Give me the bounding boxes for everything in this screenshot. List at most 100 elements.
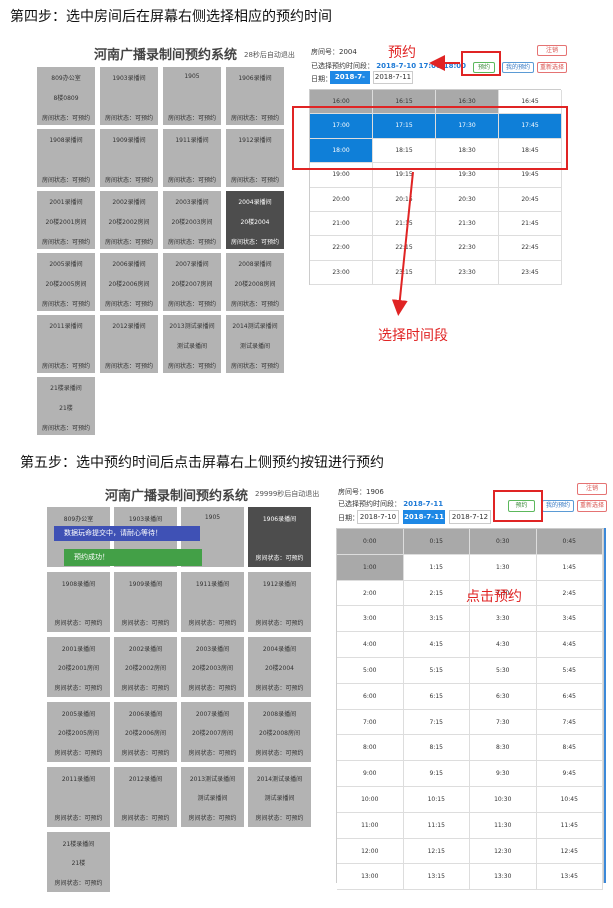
- room-card[interactable]: 2005录播间 20楼2005房间 房间状态：可预约: [47, 702, 110, 762]
- room-status: 房间状态：可预约: [121, 685, 170, 692]
- room-card[interactable]: 2013测试录播间 测试录播间 房间状态：可预约: [181, 767, 244, 827]
- time-slot[interactable]: 9:15: [403, 761, 470, 787]
- room-card[interactable]: 2011录播间 房间状态：可预约: [47, 767, 110, 827]
- time-slot[interactable]: 12:30: [470, 838, 537, 865]
- time-slot[interactable]: 2:00: [337, 580, 404, 607]
- time-slot[interactable]: 13:15: [403, 864, 470, 891]
- step5-reselect-button[interactable]: 重新选择: [577, 500, 607, 512]
- step5-date-label: 日期：: [338, 514, 359, 522]
- room-status: 房间状态：可预约: [255, 815, 304, 822]
- room-card[interactable]: 1912录播间 房间状态：可预约: [248, 572, 311, 632]
- time-slot[interactable]: 11:15: [403, 812, 470, 839]
- room-card[interactable]: 2014测试录播间 测试录播间 房间状态：可预约: [248, 767, 311, 827]
- room-location: 20楼2007房间: [192, 730, 233, 737]
- time-slot[interactable]: 3:15: [403, 606, 470, 633]
- time-slot[interactable]: 1:45: [536, 554, 603, 581]
- time-slot[interactable]: 12:45: [536, 838, 603, 865]
- time-slot[interactable]: 0:30: [470, 529, 537, 555]
- room-card[interactable]: 2004录播间 20楼2004 房间状态：可预约: [248, 637, 311, 697]
- time-slot[interactable]: 5:00: [337, 658, 404, 684]
- room-name: 1911录播间: [195, 581, 230, 588]
- time-slot[interactable]: 11:45: [536, 812, 603, 839]
- time-slot[interactable]: 8:00: [337, 735, 404, 762]
- time-slot[interactable]: 0:00: [337, 529, 404, 555]
- time-slot[interactable]: 5:30: [470, 658, 537, 684]
- step5-date-2018-7-10[interactable]: 2018-7-10: [357, 510, 399, 524]
- room-card[interactable]: 1909录播间 房间状态：可预约: [114, 572, 177, 632]
- time-slot[interactable]: 6:15: [403, 683, 470, 710]
- step5-date-2018-7-12[interactable]: 2018-7-12: [449, 510, 491, 524]
- time-slot[interactable]: 10:30: [470, 787, 537, 813]
- time-slot[interactable]: 1:15: [403, 554, 470, 581]
- step5-selected-value: 2018-7-11: [403, 500, 444, 508]
- room-card[interactable]: 1906录播间 房间状态：可预约: [248, 507, 311, 567]
- time-slot[interactable]: 10:00: [337, 787, 404, 813]
- time-slot[interactable]: 10:45: [536, 787, 603, 813]
- time-slot[interactable]: 2:15: [403, 580, 470, 607]
- step5-room-number: 房间号：1906: [338, 488, 384, 496]
- time-slot[interactable]: 4:15: [403, 632, 470, 658]
- room-name: 2008录播间: [262, 711, 297, 718]
- time-slot[interactable]: 4:00: [337, 632, 404, 658]
- time-slot[interactable]: 11:00: [337, 812, 404, 839]
- room-card[interactable]: 2001录播间 20楼2001房间 房间状态：可预约: [47, 637, 110, 697]
- time-slot[interactable]: 1:00: [337, 554, 404, 581]
- room-location: 20楼2002房间: [125, 665, 166, 672]
- room-card[interactable]: 2008录播间 20楼2008房间 房间状态：可预约: [248, 702, 311, 762]
- time-slot[interactable]: 8:30: [470, 735, 537, 762]
- room-status: 房间状态：可预约: [188, 620, 237, 627]
- room-card[interactable]: 2002录播间 20楼2002房间 房间状态：可预约: [114, 637, 177, 697]
- room-card[interactable]: 1908录播间 房间状态：可预约: [47, 572, 110, 632]
- time-slot[interactable]: 4:45: [536, 632, 603, 658]
- room-card[interactable]: 21楼录播间 21楼 房间状态：可预约: [47, 832, 110, 892]
- room-status: 房间状态：可预约: [54, 620, 103, 627]
- time-slot[interactable]: 12:00: [337, 838, 404, 865]
- step5-toast-submitting: 数据玩命提交中，请耐心等待！: [54, 526, 200, 541]
- time-slot[interactable]: 9:45: [536, 761, 603, 787]
- time-slot[interactable]: 13:30: [470, 864, 537, 891]
- time-slot[interactable]: 8:15: [403, 735, 470, 762]
- time-slot[interactable]: 2:45: [536, 580, 603, 607]
- step5-scrollbar[interactable]: [604, 528, 606, 883]
- room-card[interactable]: 2012录播间 房间状态：可预约: [114, 767, 177, 827]
- time-slot[interactable]: 6:00: [337, 683, 404, 710]
- time-slot[interactable]: 13:45: [536, 864, 603, 891]
- room-location: 20楼2003房间: [192, 665, 233, 672]
- time-slot[interactable]: 5:15: [403, 658, 470, 684]
- time-slot[interactable]: 0:45: [536, 529, 603, 555]
- room-location: 20楼2006房间: [125, 730, 166, 737]
- room-card[interactable]: 2007录播间 20楼2007房间 房间状态：可预约: [181, 702, 244, 762]
- step5-logout-button[interactable]: 注销: [577, 483, 607, 495]
- room-card[interactable]: 2003录播间 20楼2003房间 房间状态：可预约: [181, 637, 244, 697]
- time-slot[interactable]: 6:30: [470, 683, 537, 710]
- time-slot[interactable]: 3:30: [470, 606, 537, 633]
- time-slot[interactable]: 7:00: [337, 709, 404, 736]
- time-slot[interactable]: 5:45: [536, 658, 603, 684]
- time-slot[interactable]: 11:30: [470, 812, 537, 839]
- time-slot[interactable]: 9:00: [337, 761, 404, 787]
- room-card[interactable]: 1911录播间 房间状态：可预约: [181, 572, 244, 632]
- time-slot[interactable]: 7:15: [403, 709, 470, 736]
- room-status: 房间状态：可预约: [54, 750, 103, 757]
- time-slot[interactable]: 3:00: [337, 606, 404, 633]
- time-slot[interactable]: 10:15: [403, 787, 470, 813]
- time-slot[interactable]: 7:45: [536, 709, 603, 736]
- time-slot[interactable]: 1:30: [470, 554, 537, 581]
- time-slot[interactable]: 0:15: [403, 529, 470, 555]
- room-card[interactable]: 2006录播间 20楼2006房间 房间状态：可预约: [114, 702, 177, 762]
- time-slot[interactable]: 4:30: [470, 632, 537, 658]
- step5-selected-period: 已选择预约时间段： 2018-7-11: [338, 499, 443, 509]
- step5-my-bookings-button[interactable]: 我的预约: [542, 500, 574, 512]
- step5-date-2018-7-11[interactable]: 2018-7-11: [403, 510, 445, 524]
- room-name: 21楼录播间: [62, 841, 95, 848]
- time-slot[interactable]: 3:45: [536, 606, 603, 633]
- time-slot[interactable]: 8:45: [536, 735, 603, 762]
- time-slot[interactable]: 13:00: [337, 864, 404, 891]
- room-name: 1905: [204, 514, 221, 521]
- time-slot[interactable]: 12:15: [403, 838, 470, 865]
- time-slot[interactable]: 9:30: [470, 761, 537, 787]
- time-slot[interactable]: 6:45: [536, 683, 603, 710]
- time-slot[interactable]: 7:30: [470, 709, 537, 736]
- step5-selected-label: 已选择预约时间段：: [338, 500, 401, 508]
- room-name: 809办公室: [63, 516, 94, 523]
